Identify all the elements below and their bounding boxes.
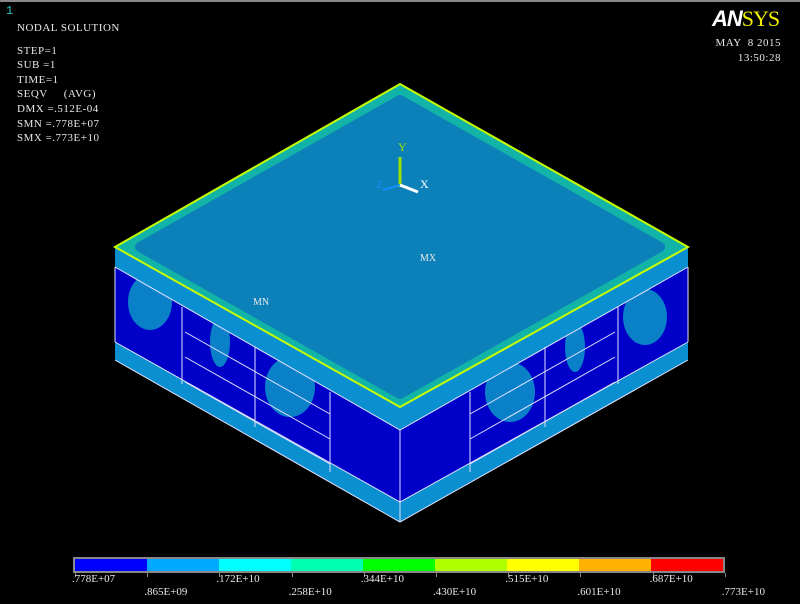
- timestamp: MAY 8 2015 13:50:28: [715, 36, 781, 65]
- triad-x-label: X: [420, 177, 429, 191]
- legend-label: .172E+10: [216, 573, 260, 585]
- info-smx: SMX =.773E+10: [17, 132, 100, 145]
- legend-color-2: [219, 559, 291, 571]
- info-step: STEP=1: [17, 44, 58, 57]
- solution-info: NODAL SOLUTION STEP=1 SUB =1 TIME=1 SEQV…: [17, 21, 120, 146]
- legend-color-5: [435, 559, 507, 571]
- legend-label: .430E+10: [433, 586, 477, 598]
- info-sub: SUB =1: [17, 59, 56, 72]
- legend-label: .344E+10: [360, 573, 404, 585]
- triad-y-label: Y: [398, 140, 407, 154]
- legend-label: .601E+10: [577, 586, 621, 598]
- legend-color-0: [75, 559, 147, 571]
- legend-label: .687E+10: [649, 573, 693, 585]
- info-smn: SMN =.778E+07: [17, 117, 100, 130]
- window-number: 1: [6, 4, 14, 18]
- info-time: TIME=1: [17, 73, 59, 86]
- logo-part1: AN: [712, 6, 743, 31]
- ansys-logo: ANSYS: [712, 6, 780, 32]
- legend-label: .773E+10: [721, 586, 765, 598]
- logo-part2: SYS: [741, 6, 780, 31]
- time-text: 13:50:28: [737, 51, 781, 64]
- legend-tick: [580, 573, 582, 577]
- legend-label: .865E+09: [144, 586, 188, 598]
- legend-color-3: [291, 559, 363, 571]
- legend-tick: [147, 573, 149, 577]
- triad-z-label: Z: [376, 177, 383, 191]
- legend-tick: [436, 573, 437, 577]
- legend-tick: [724, 573, 726, 577]
- legend-label: .258E+10: [288, 586, 332, 598]
- fe-model-contour-plot: Y Z X MN MX: [112, 82, 691, 523]
- date-text: MAY 8 2015: [715, 37, 781, 49]
- info-dmx: DMX =.512E-04: [17, 102, 99, 115]
- contour-legend-bar: [73, 557, 725, 573]
- legend-color-1: [147, 559, 219, 571]
- ansys-graphics-window: Y Z X MN MX 1 NODAL SOLUTION STEP=1 SUB …: [0, 0, 800, 604]
- max-marker: MX: [420, 253, 437, 264]
- legend-tick: [291, 573, 293, 577]
- legend-label: .515E+10: [505, 573, 549, 585]
- legend-color-6: [507, 559, 579, 571]
- legend-color-8: [651, 559, 723, 571]
- legend-color-7: [579, 559, 651, 571]
- legend-label: .778E+07: [72, 573, 116, 585]
- info-result: SEQV (AVG): [17, 88, 97, 101]
- plot-title: NODAL SOLUTION: [17, 22, 120, 34]
- min-marker: MN: [253, 297, 269, 308]
- legend-color-4: [363, 559, 435, 571]
